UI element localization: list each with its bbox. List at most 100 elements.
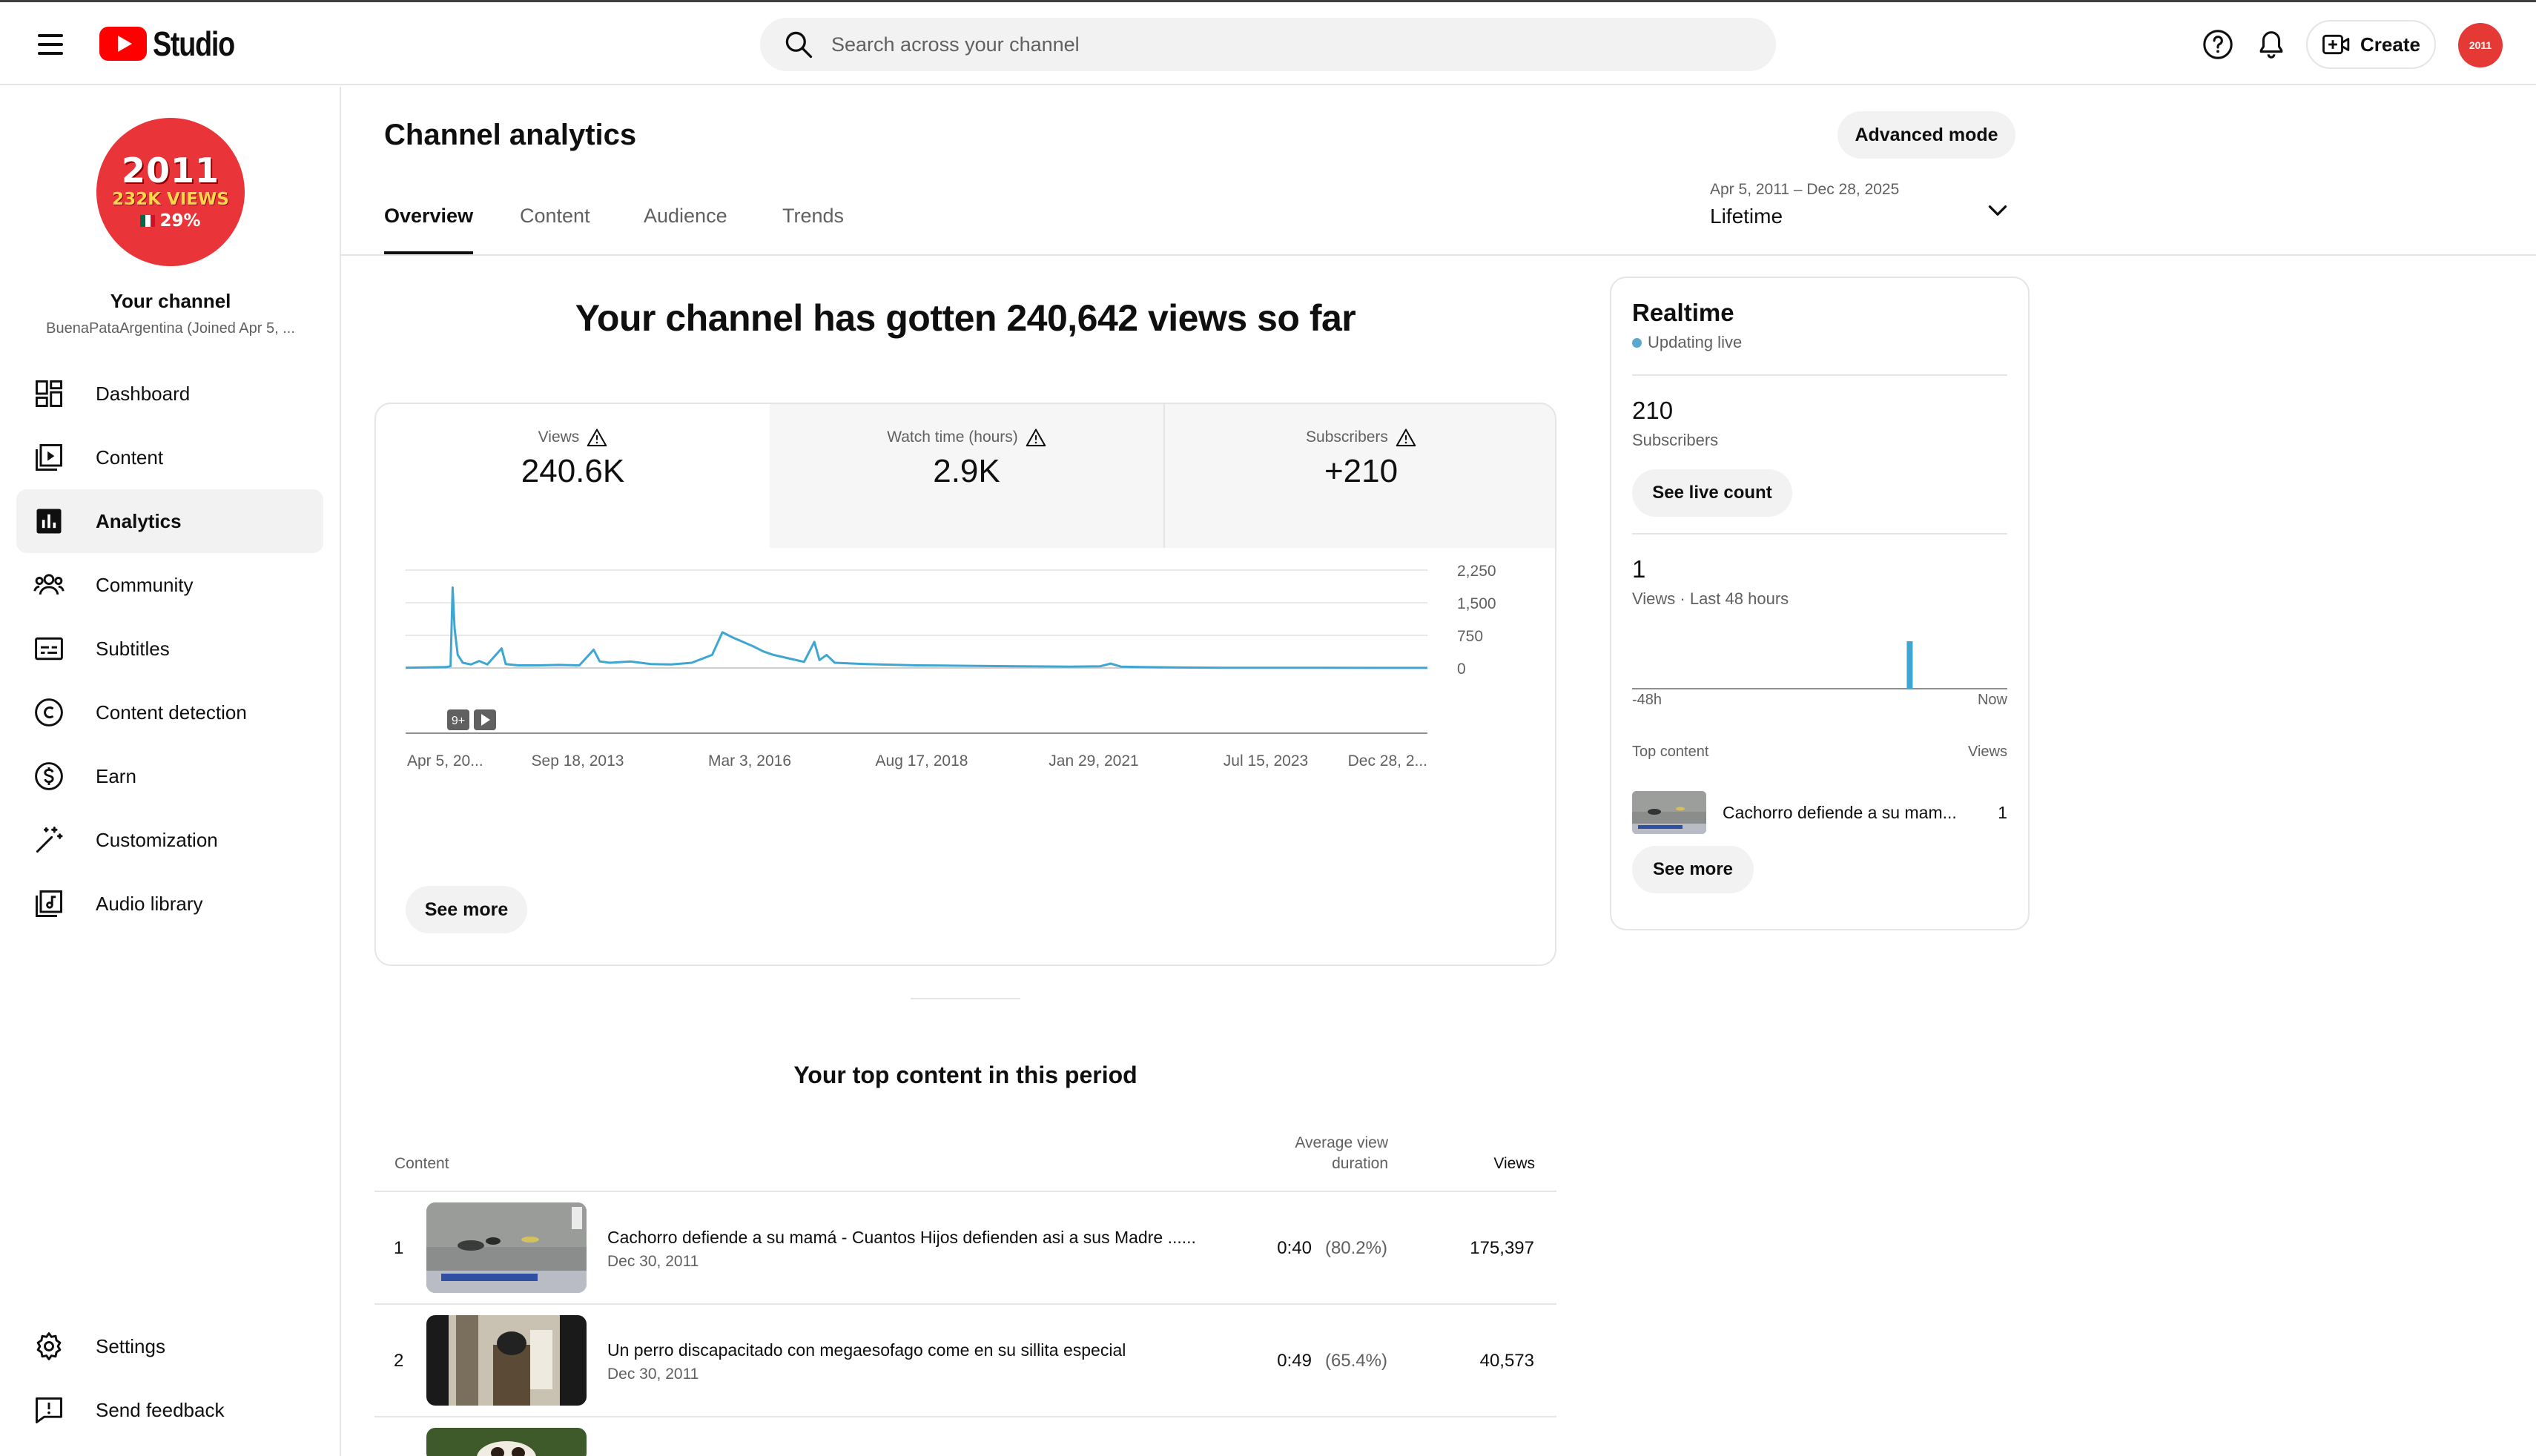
realtime-see-more-button[interactable]: See more — [1632, 846, 1754, 893]
duration-value: 0:40 — [1277, 1238, 1312, 1258]
sidebar-item-audio-library[interactable]: Audio library — [16, 872, 323, 936]
metric-watch-time[interactable]: Watch time (hours) 2.9K — [770, 404, 1163, 548]
warning-icon[interactable] — [587, 428, 607, 447]
account-avatar[interactable]: 2011 — [2458, 23, 2503, 67]
x-tick-label: Jan 29, 2021 — [1049, 752, 1138, 770]
tabs-divider — [341, 254, 2536, 256]
y-tick-label: 1,500 — [1457, 595, 1496, 612]
realtime-video-title[interactable]: Cachorro defiende a su mam... — [1723, 803, 1957, 823]
sidebar-item-content[interactable]: Content — [16, 426, 323, 489]
sidebar-item-label: Customization — [96, 828, 218, 851]
column-header-content: Content — [394, 1155, 449, 1172]
table-row[interactable]: 1 Cachorro defiende a su mamá - Cuantos … — [374, 1191, 1556, 1303]
date-range-text[interactable]: Apr 5, 2011 – Dec 28, 2025 — [1710, 181, 1899, 199]
channel-avatar[interactable]: 2011 232K VIEWS 29% — [96, 118, 245, 266]
header: Studio Create 2011 — [0, 2, 2536, 85]
search-input[interactable] — [831, 33, 1721, 56]
sidebar-item-content-detection[interactable]: Content detection — [16, 681, 323, 744]
create-video-icon — [2322, 34, 2350, 55]
metric-subscribers[interactable]: Subscribers +210 — [1163, 404, 1555, 548]
duration-percent: (80.2%) — [1324, 1238, 1387, 1258]
column-header-avd[interactable]: Average view duration — [1246, 1133, 1388, 1174]
video-title[interactable]: Un perro discapacitado con megaesofago c… — [607, 1340, 1126, 1360]
video-thumbnail[interactable] — [426, 1428, 587, 1456]
avg-view-duration: 0:40 (80.2%) — [1277, 1238, 1387, 1259]
advanced-mode-button[interactable]: Advanced mode — [1837, 111, 2015, 159]
avatar-pct: 29% — [159, 211, 201, 231]
x-tick-label: Mar 3, 2016 — [708, 752, 791, 770]
bell-icon[interactable] — [2254, 27, 2288, 62]
tab-overview[interactable]: Overview — [384, 205, 474, 255]
search-icon[interactable] — [782, 28, 815, 61]
column-header-avd-line: duration — [1332, 1155, 1388, 1172]
y-tick-label: 2,250 — [1457, 563, 1496, 580]
create-label: Create — [2360, 33, 2420, 56]
sidebar: 2011 232K VIEWS 29% Your channel BuenaPa… — [0, 87, 341, 1456]
avatar-pct-row: 29% — [140, 210, 201, 232]
sidebar-item-analytics[interactable]: Analytics — [16, 489, 323, 553]
create-button[interactable]: Create — [2306, 20, 2436, 69]
thumbnail-image-icon — [426, 1315, 587, 1406]
metric-value: 2.9K — [933, 453, 1000, 489]
thumbnail-image-icon — [426, 1428, 587, 1456]
logo-text: Studio — [153, 24, 235, 63]
row-number: 1 — [394, 1238, 404, 1258]
top-content-label: Top content — [1632, 744, 1709, 760]
table-row[interactable]: 2 Un perro discapacitado con megaesofago… — [374, 1303, 1556, 1416]
video-thumbnail[interactable] — [426, 1315, 587, 1406]
column-header-avd-line: Average view — [1295, 1134, 1388, 1151]
realtime-video-thumbnail[interactable] — [1632, 791, 1706, 834]
see-more-button[interactable]: See more — [406, 886, 527, 933]
metric-value: 240.6K — [521, 453, 625, 489]
section-divider — [911, 998, 1020, 999]
table-row[interactable] — [374, 1416, 1556, 1456]
x-tick-label: Jul 15, 2023 — [1224, 752, 1308, 770]
date-range-label[interactable]: Lifetime — [1710, 205, 1783, 228]
tab-content[interactable]: Content — [520, 205, 590, 255]
community-icon — [33, 574, 65, 595]
column-header-views[interactable]: Views — [1453, 1155, 1535, 1173]
metric-views[interactable]: Views 240.6K — [376, 404, 770, 548]
customization-icon — [36, 827, 63, 853]
thumbnail-image-icon — [426, 1202, 587, 1293]
metric-label-row: Subscribers — [1165, 428, 1555, 447]
account-avatar-text: 2011 — [2469, 39, 2492, 51]
x-tick-label: Sep 18, 2013 — [532, 752, 624, 770]
search-bar[interactable] — [760, 18, 1776, 71]
earn-icon — [35, 762, 63, 790]
chevron-down-icon[interactable] — [1984, 197, 2011, 224]
sidebar-item-community[interactable]: Community — [16, 553, 323, 617]
warning-icon[interactable] — [1026, 428, 1046, 447]
menu-icon[interactable] — [30, 26, 71, 63]
y-tick-label: 0 — [1457, 661, 1466, 678]
tab-trends[interactable]: Trends — [782, 205, 844, 255]
y-tick-label: 750 — [1457, 628, 1483, 645]
sidebar-item-send-feedback[interactable]: Send feedback — [16, 1378, 323, 1442]
sidebar-item-label: Content — [96, 446, 164, 469]
sidebar-item-label: Analytics — [96, 509, 182, 532]
sidebar-item-customization[interactable]: Customization — [16, 808, 323, 872]
dashboard-icon — [36, 380, 62, 407]
sidebar-item-subtitles[interactable]: Subtitles — [16, 617, 323, 681]
sidebar-item-label: Earn — [96, 764, 136, 787]
views-headline: Your channel has gotten 240,642 views so… — [575, 297, 1356, 339]
help-icon[interactable] — [2201, 27, 2235, 62]
sidebar-item-settings[interactable]: Settings — [16, 1314, 323, 1378]
warning-icon[interactable] — [1396, 428, 1416, 447]
views-column-label: Views — [1968, 744, 2007, 760]
sidebar-item-earn[interactable]: Earn — [16, 744, 323, 808]
views-line-chart[interactable]: 0 750 1,500 2,250 9+ Apr 5, 20... Sep 18, 2013… — [376, 548, 1556, 874]
x-tick-label: Dec 28, 2... — [1348, 752, 1427, 770]
sidebar-item-dashboard[interactable]: Dashboard — [16, 362, 323, 426]
see-live-count-button[interactable]: See live count — [1632, 469, 1792, 517]
sidebar-item-label: Subtitles — [96, 637, 170, 660]
series-line — [405, 586, 1427, 669]
video-thumbnail[interactable] — [426, 1202, 587, 1293]
video-title[interactable]: Cachorro defiende a su mamá - Cuantos Hi… — [607, 1228, 1196, 1248]
metric-label: Views — [538, 428, 580, 446]
tab-audience[interactable]: Audience — [644, 205, 727, 255]
studio-logo[interactable]: Studio — [99, 24, 252, 63]
copyright-icon — [35, 698, 63, 727]
realtime-video-views: 1 — [1998, 803, 2007, 822]
realtime-bar-chart[interactable] — [1632, 623, 2007, 692]
